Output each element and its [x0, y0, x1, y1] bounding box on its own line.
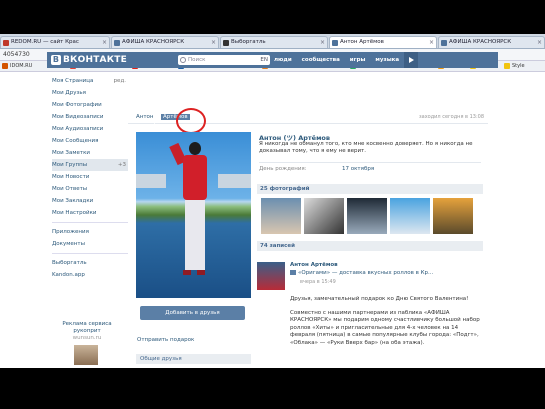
menu-my-page[interactable]: Моя Страница ред.	[52, 75, 128, 87]
background-building	[218, 174, 251, 188]
nav-games[interactable]: игры	[345, 52, 371, 68]
browser-tab-2[interactable]: АФИША КРАСНОЯРСК ×	[111, 36, 219, 48]
menu-apps[interactable]: Приложения	[52, 226, 128, 238]
close-tab-icon[interactable]: ×	[429, 37, 434, 48]
search-input[interactable]: Поиск EN	[178, 55, 270, 65]
person-legs	[185, 200, 205, 270]
person-head	[189, 142, 201, 155]
folder-icon	[504, 63, 510, 69]
nav-people[interactable]: люди	[269, 52, 297, 68]
tab-owner[interactable]: Антон	[136, 114, 154, 120]
common-friends-header[interactable]: Общие друзья	[136, 354, 251, 364]
divider	[259, 162, 481, 163]
wall-header[interactable]: 74 записей	[257, 241, 483, 251]
nav-communities[interactable]: сообщества	[297, 52, 345, 68]
person-torso	[183, 155, 207, 200]
photos-header[interactable]: 25 фотографий	[257, 184, 483, 194]
play-icon[interactable]	[404, 52, 419, 68]
favicon-icon	[441, 40, 447, 46]
person-figure	[169, 142, 211, 282]
menu-friends[interactable]: Мои Друзья	[52, 87, 128, 99]
profile-photo[interactable]	[136, 132, 251, 298]
left-menu: Моя Страница ред. Мои Друзья Мои Фотограф…	[52, 75, 128, 281]
bookmark-item[interactable]: IDOM.RU	[2, 61, 32, 71]
bookmark-folder[interactable]: Style	[504, 61, 525, 71]
post-shared-source[interactable]: «Оригами» — доставка вкусных роллов в Кр…	[290, 270, 433, 276]
close-tab-icon[interactable]: ×	[211, 37, 216, 48]
browser-tab-1[interactable]: REDOM.RU — сайт Крас ×	[0, 36, 110, 48]
browser-tab-4[interactable]: Антон Артёмов ×	[329, 36, 437, 48]
browser-tab-3[interactable]: Выборгатль ×	[220, 36, 328, 48]
bookmark-icon	[2, 63, 8, 69]
ad-block[interactable]: Реклама сервиса рукоприт wunsun.ru	[52, 321, 122, 342]
birthday-label: День рождения:	[259, 166, 307, 172]
menu-divider	[52, 253, 128, 254]
vk-logo[interactable]: В ВКОНТАКТЕ	[51, 54, 127, 66]
browser-tab-5[interactable]: АФИША КРАСНОЯРСК ×	[438, 36, 545, 48]
photo-thumb[interactable]	[433, 198, 473, 234]
close-tab-icon[interactable]: ×	[102, 37, 107, 48]
menu-news[interactable]: Мои Новости	[52, 171, 128, 183]
menu-messages[interactable]: Мои Сообщения	[52, 135, 128, 147]
menu-notes[interactable]: Мои Заметки	[52, 147, 128, 159]
menu-answers[interactable]: Мои Ответы	[52, 183, 128, 195]
person-shoe	[183, 270, 191, 275]
menu-documents[interactable]: Документы	[52, 238, 128, 250]
post-time[interactable]: вчера в 15:49	[300, 279, 336, 285]
close-tab-icon[interactable]: ×	[537, 37, 542, 48]
highlight-circle	[176, 108, 206, 134]
nav-music[interactable]: музыка	[370, 52, 404, 68]
photo-thumb[interactable]	[261, 198, 301, 234]
menu-videos[interactable]: Мои Видеозаписи	[52, 111, 128, 123]
favicon-icon	[114, 40, 120, 46]
top-nav: люди сообщества игры музыка	[269, 52, 419, 68]
menu-photos[interactable]: Мои Фотографии	[52, 99, 128, 111]
menu-audio[interactable]: Мои Аудиозаписи	[52, 123, 128, 135]
ad-image[interactable]	[74, 345, 98, 365]
send-gift-link[interactable]: Отправить подарок	[137, 337, 194, 343]
post-author[interactable]: Антон Артёмов	[290, 262, 338, 268]
background-building	[136, 174, 166, 188]
favicon-icon	[3, 40, 9, 46]
favicon-icon	[223, 40, 229, 46]
mouse-cursor-icon	[154, 117, 158, 125]
photo-thumb[interactable]	[390, 198, 430, 234]
online-status: заходил сегодня в 13:08	[418, 114, 484, 120]
post-body: Друзья, замечательный подарок ко Дню Свя…	[290, 296, 480, 346]
close-tab-icon[interactable]: ×	[320, 37, 325, 48]
person-shoe	[197, 270, 205, 275]
menu-app-link[interactable]: Kandon.app	[52, 269, 128, 281]
menu-app-link[interactable]: Выборгатль	[52, 257, 128, 269]
birthday-value[interactable]: 17 октября	[342, 166, 374, 172]
menu-bookmarks[interactable]: Мои Закладки	[52, 195, 128, 207]
menu-divider	[52, 222, 128, 223]
photo-thumb[interactable]	[347, 198, 387, 234]
vk-logo-icon: В	[51, 55, 61, 65]
menu-groups[interactable]: Мои Группы +3	[52, 159, 128, 171]
favicon-icon	[332, 40, 338, 46]
vk-header: В ВКОНТАКТЕ Поиск EN люди сообщества игры …	[47, 52, 498, 68]
keyboard-layout-hint: EN	[260, 57, 268, 63]
repost-icon	[290, 270, 296, 275]
search-icon	[180, 57, 186, 63]
profile-status: Я никогда не обманул того, кто мне косве…	[259, 141, 473, 154]
add-friend-button[interactable]: Добавить в друзья	[140, 306, 245, 320]
photo-thumb[interactable]	[304, 198, 344, 234]
menu-settings[interactable]: Мои Настройки	[52, 207, 128, 219]
tab-strip: REDOM.RU — сайт Крас × АФИША КРАСНОЯРСК × …	[0, 34, 545, 49]
post-avatar[interactable]	[257, 262, 285, 290]
